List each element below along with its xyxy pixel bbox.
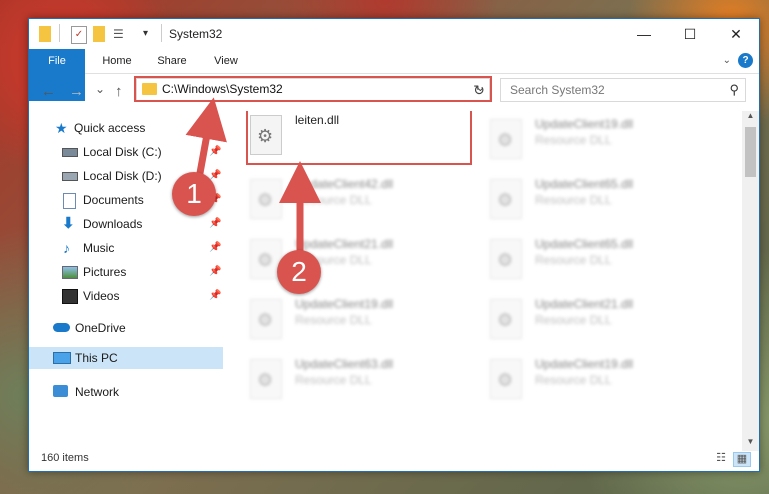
callout-1: 1 xyxy=(172,172,216,216)
tutorial-arrows xyxy=(185,97,321,252)
callout-2: 2 xyxy=(277,250,321,294)
